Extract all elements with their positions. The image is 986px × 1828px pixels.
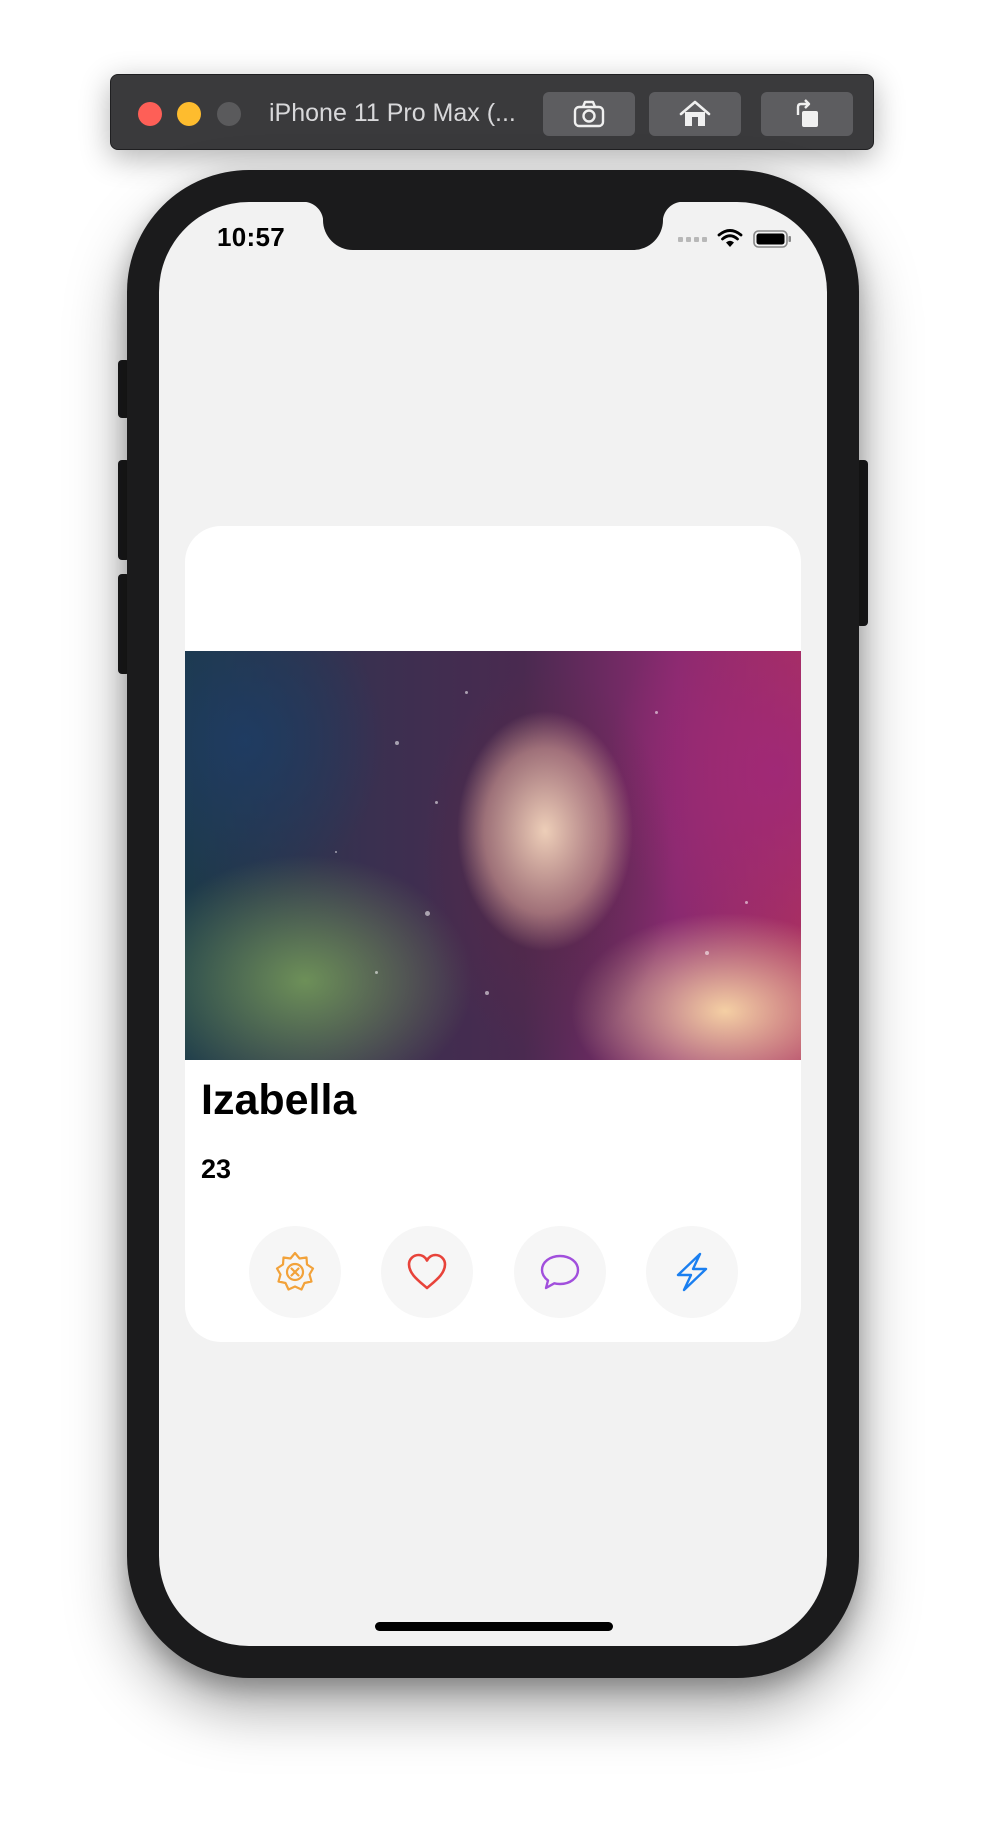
- simulator-toolbar: iPhone 11 Pro Max (...: [110, 74, 874, 150]
- chat-bubble-icon: [540, 1254, 580, 1290]
- screenshot-button[interactable]: [543, 92, 635, 136]
- like-button[interactable]: [381, 1226, 473, 1318]
- camera-icon: [573, 100, 605, 128]
- home-indicator[interactable]: [375, 1622, 613, 1631]
- window-title: iPhone 11 Pro Max (...: [269, 99, 516, 127]
- close-window-button[interactable]: [138, 102, 162, 126]
- battery-icon: [753, 230, 791, 248]
- skip-button[interactable]: [249, 1226, 341, 1318]
- message-button[interactable]: [514, 1226, 606, 1318]
- bolt-icon: [676, 1252, 708, 1292]
- status-time: 10:57: [217, 222, 285, 252]
- rotate-button[interactable]: [761, 92, 853, 136]
- profile-age: 23: [201, 1154, 232, 1184]
- simulator-stage: iPhone 11 Pro Max (... 10:57 Izabella 23: [0, 0, 986, 1828]
- status-icons: [678, 226, 793, 252]
- wifi-icon: [717, 229, 743, 247]
- phone-screen: 10:57 Izabella 23: [159, 202, 827, 1646]
- boost-button[interactable]: [646, 1226, 738, 1318]
- profile-card[interactable]: Izabella 23: [185, 526, 801, 1342]
- zoom-window-button[interactable]: [217, 102, 241, 126]
- notch: [303, 202, 683, 250]
- rotate-icon: [796, 99, 818, 127]
- iphone-frame: 10:57 Izabella 23: [127, 170, 859, 1678]
- home-button[interactable]: [649, 92, 741, 136]
- profile-name: Izabella: [201, 1076, 357, 1124]
- cellular-signal-icon: [678, 236, 707, 242]
- heart-icon: [407, 1253, 447, 1290]
- home-icon: [679, 100, 711, 126]
- minimize-window-button[interactable]: [177, 102, 201, 126]
- profile-photo: [185, 651, 801, 1060]
- action-bar: [185, 1226, 801, 1318]
- x-badge-icon: [275, 1251, 315, 1291]
